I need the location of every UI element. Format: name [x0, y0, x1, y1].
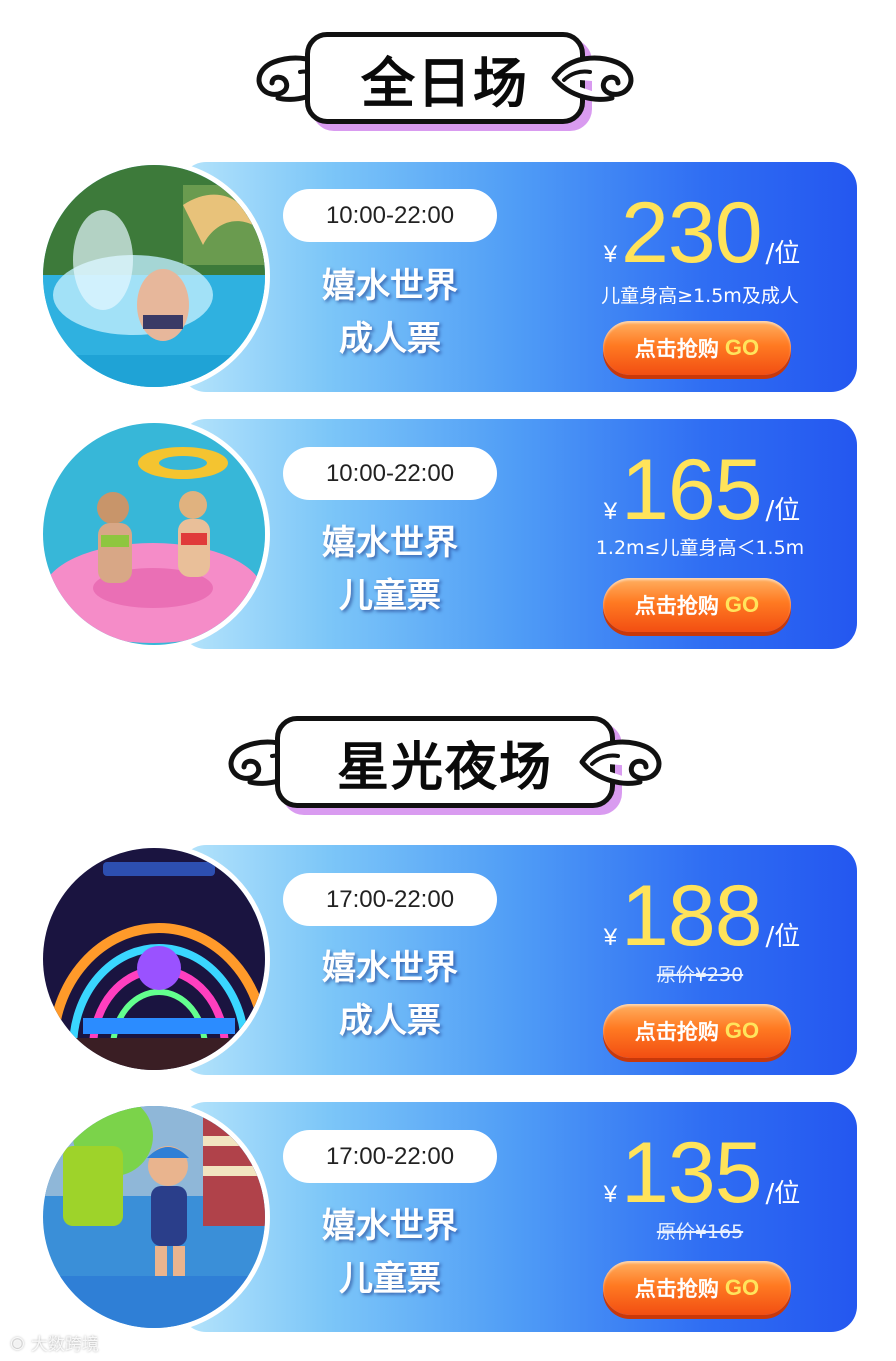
section-banner-all-day: 全日场	[250, 30, 640, 126]
time-slot-text: 17:00-22:00	[325, 1142, 455, 1170]
section-title-plate: 全日场	[305, 32, 585, 124]
price-row: ¥ 165 /位	[597, 447, 807, 533]
price-unit: /位	[765, 922, 801, 952]
buy-button-go: GO	[724, 1275, 760, 1300]
currency-symbol: ¥	[603, 924, 618, 951]
buy-now-button[interactable]: 点击抢购 GO	[603, 1004, 791, 1058]
ticket-name-line2: 成人票	[339, 319, 441, 359]
buy-now-button[interactable]: 点击抢购 GO	[603, 1261, 791, 1315]
right-wing-icon	[551, 55, 634, 102]
ticket-name-line1: 嬉水世界	[322, 523, 458, 563]
price-unit: /位	[765, 496, 801, 526]
time-slot-text: 10:00-22:00	[325, 459, 455, 487]
currency-symbol: ¥	[603, 1181, 618, 1208]
time-slot-pill: 17:00-22:00	[283, 873, 497, 926]
watermark-logo-icon: ◉	[10, 1332, 25, 1353]
buy-now-button[interactable]: 点击抢购 GO	[603, 321, 791, 375]
currency-symbol: ¥	[603, 498, 618, 525]
price-value: 165	[621, 442, 762, 538]
currency-symbol: ¥	[603, 241, 618, 268]
price-row: ¥ 135 /位	[597, 1130, 807, 1216]
buy-button-label: 点击抢购	[634, 594, 719, 618]
eligibility-note: 儿童身高≥1.5m及成人	[601, 285, 799, 307]
price-row: ¥ 230 /位	[597, 190, 807, 276]
time-slot-text: 10:00-22:00	[325, 201, 455, 229]
section-banner-night: 星光夜场	[222, 714, 668, 810]
buy-button-label: 点击抢购	[634, 337, 719, 361]
time-slot-pill: 17:00-22:00	[283, 1130, 497, 1183]
eligibility-note: 1.2m≤儿童身高＜1.5m	[595, 537, 805, 559]
ticket-name-line2: 儿童票	[339, 1259, 441, 1299]
pool-float-photo	[38, 418, 270, 650]
right-wing-icon	[579, 739, 662, 786]
section-title: 全日场	[361, 51, 529, 115]
price-unit: /位	[765, 239, 801, 269]
ticket-name-line2: 成人票	[339, 1001, 441, 1041]
buy-button-go: GO	[724, 335, 760, 360]
price-value: 188	[621, 868, 762, 964]
time-slot-pill: 10:00-22:00	[283, 189, 497, 242]
buy-button-go: GO	[724, 592, 760, 617]
price-row: ¥ 188 /位	[597, 873, 807, 959]
time-slot-pill: 10:00-22:00	[283, 447, 497, 500]
ticket-name-line1: 嬉水世界	[322, 948, 458, 988]
watermark-text: 大数跨境	[30, 1335, 99, 1355]
water-splash-photo	[38, 160, 270, 392]
kid-in-water-photo	[38, 1101, 270, 1333]
ticket-name-line1: 嬉水世界	[322, 1206, 458, 1246]
price-value: 135	[621, 1125, 762, 1221]
time-slot-text: 17:00-22:00	[325, 885, 455, 913]
ticket-name-line2: 儿童票	[339, 576, 441, 616]
buy-button-label: 点击抢购	[634, 1277, 719, 1301]
buy-button-label: 点击抢购	[634, 1020, 719, 1044]
watermark: ◉ 大数跨境	[10, 1330, 99, 1356]
ticket-page: 全日场 10:00-22:00 嬉水世界 成人票 ¥ 230 /位 儿童身高≥1…	[0, 0, 896, 1361]
night-stage-photo	[38, 843, 270, 1075]
section-title-plate: 星光夜场	[275, 716, 615, 808]
buy-button-go: GO	[724, 1018, 760, 1043]
original-price: 原价¥165	[656, 1221, 744, 1243]
section-title: 星光夜场	[336, 737, 553, 798]
original-price: 原价¥230	[656, 964, 744, 986]
ticket-name-line1: 嬉水世界	[322, 266, 458, 306]
buy-now-button[interactable]: 点击抢购 GO	[603, 578, 791, 632]
price-value: 230	[621, 185, 762, 281]
price-unit: /位	[765, 1179, 801, 1209]
